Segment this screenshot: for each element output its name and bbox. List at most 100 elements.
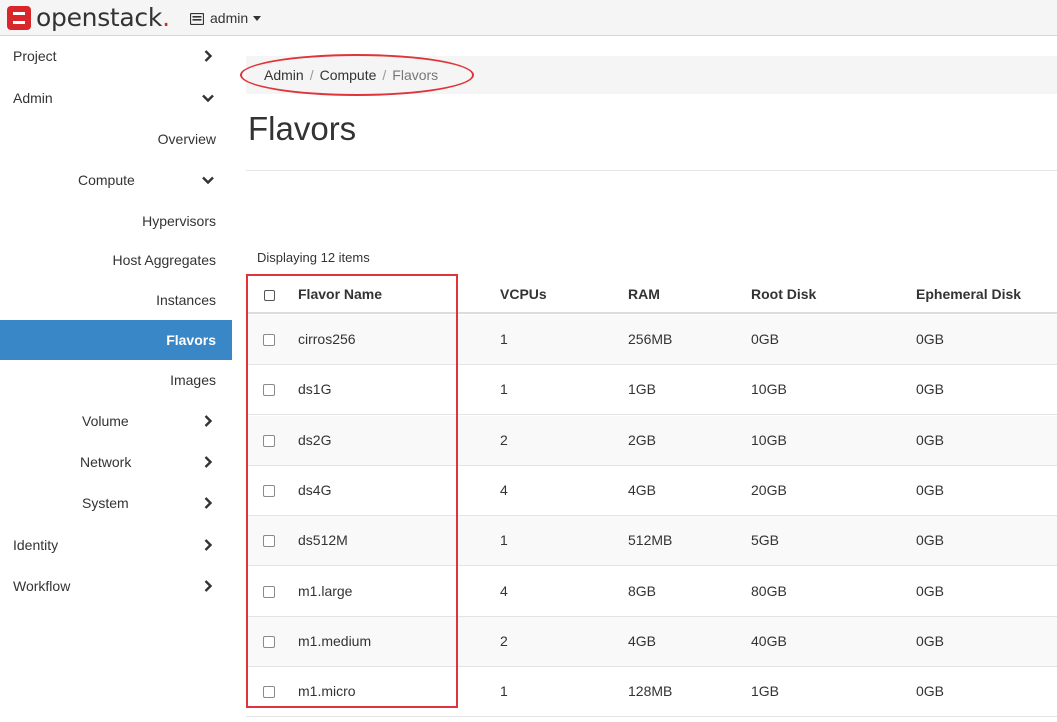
sidebar-item-flavors[interactable]: Flavors [0,320,232,360]
table-row: cirros256 1 256MB 0GB 0GB [246,315,1057,365]
cell-flavor-name[interactable]: ds2G [298,432,331,448]
chevron-right-icon [201,538,215,552]
cell-ram: 4GB [628,632,657,649]
cell-flavor-name[interactable]: m1.large [298,583,352,599]
sidebar-item-images[interactable]: Images [0,360,232,400]
cell-ephemeral-disk: 0GB [916,632,945,649]
column-header-ephemeral-disk[interactable]: Ephemeral Disk [916,286,1021,302]
cell-root-disk: 80GB [751,582,787,599]
breadcrumb-separator: / [309,67,314,83]
cell-flavor-name[interactable]: ds512M [298,532,348,548]
cell-root-disk: 0GB [751,331,780,347]
cell-vcpus: 1 [500,331,508,347]
table-row: m1.medium 2 4GB 40GB 0GB [246,616,1057,667]
row-checkbox[interactable] [263,384,275,397]
cell-ephemeral-disk: 0GB [916,532,945,549]
table-row: m1.micro 1 128MB 1GB 0GB [246,667,1057,718]
project-label: admin [210,10,249,26]
sidebar-item-system[interactable]: System [0,483,232,523]
table-row: ds1G 1 1GB 10GB 0GB [246,365,1057,416]
table-row: m1.large 4 8GB 80GB 0GB [246,567,1057,617]
row-checkbox[interactable] [263,334,275,346]
sidebar-item-label: Volume [82,413,129,429]
cell-flavor-name[interactable]: m1.medium [298,633,371,649]
sidebar-item-hypervisors[interactable]: Hypervisors [0,201,232,241]
brand-name: openstack. [36,3,170,32]
breadcrumb-admin[interactable]: Admin [264,67,304,83]
row-checkbox[interactable] [263,434,275,447]
cell-root-disk: 40GB [751,632,787,649]
sidebar-item-workflow[interactable]: Workflow [0,566,232,606]
column-header-vcpus[interactable]: VCPUs [500,286,547,302]
sidebar-item-identity[interactable]: Identity [0,525,232,565]
row-checkbox[interactable] [263,484,275,497]
sidebar-item-instances[interactable]: Instances [0,280,232,320]
sidebar-item-overview[interactable]: Overview [0,119,232,159]
select-all-checkbox[interactable] [264,290,275,301]
cell-ram: 512MB [628,532,673,549]
server-icon [189,12,205,26]
sidebar-item-label: Overview [157,131,216,147]
sidebar-item-label: Project [13,48,57,64]
breadcrumb: Admin / Compute / Flavors [246,56,1057,94]
row-checkbox[interactable] [263,635,275,648]
sidebar-item-compute[interactable]: Compute [0,160,232,200]
sidebar-item-host-aggregates[interactable]: Host Aggregates [0,240,232,280]
sidebar-item-label: Admin [13,90,53,106]
brand-logo-link[interactable]: openstack. [6,4,170,32]
sidebar-item-network[interactable]: Network [0,442,232,482]
project-dropdown[interactable]: admin [189,8,262,28]
chevron-right-icon [201,496,215,510]
column-header-flavor-name[interactable]: Flavor Name [298,286,382,302]
sidebar-item-label: Hypervisors [142,213,216,229]
cell-flavor-name[interactable]: cirros256 [298,331,356,347]
cell-vcpus: 4 [500,481,508,498]
cell-root-disk: 5GB [751,532,780,549]
chevron-right-icon [201,414,215,428]
title-divider [246,170,1057,171]
table-row: ds2G 2 2GB 10GB 0GB [246,415,1057,466]
breadcrumb-flavors: Flavors [392,67,439,83]
column-header-ram[interactable]: RAM [628,286,660,302]
sidebar-item-label: Identity [13,537,59,553]
cell-ephemeral-disk: 0GB [916,582,945,599]
breadcrumb-compute[interactable]: Compute [320,67,377,83]
sidebar-item-volume[interactable]: Volume [0,401,232,441]
cell-root-disk: 10GB [751,381,787,398]
cell-ram: 4GB [628,481,657,498]
sidebar-item-label: System [82,495,129,511]
sidebar-item-admin[interactable]: Admin [0,78,232,118]
table-row: ds512M 1 512MB 5GB 0GB [246,516,1057,567]
sidebar-item-label: Workflow [13,578,71,594]
cell-ephemeral-disk: 0GB [916,381,945,398]
chevron-right-icon [201,579,215,593]
sidebar-item-project[interactable]: Project [0,36,232,76]
caret-down-icon [253,15,262,21]
cell-vcpus: 4 [500,582,508,599]
cell-flavor-name[interactable]: m1.micro [298,683,356,699]
cell-flavor-name[interactable]: ds4G [298,482,331,498]
top-navbar: openstack. admin [0,0,1057,36]
column-header-root-disk[interactable]: Root Disk [751,286,816,302]
sidebar-item-label: Instances [156,292,216,308]
sidebar-item-label: Network [80,454,132,470]
cell-flavor-name[interactable]: ds1G [298,381,331,397]
chevron-down-icon [201,91,215,105]
cell-ephemeral-disk: 0GB [916,331,945,347]
cell-vcpus: 2 [500,431,508,448]
cell-ephemeral-disk: 0GB [916,683,945,700]
cell-root-disk: 1GB [751,683,780,700]
cell-root-disk: 10GB [751,431,787,448]
sidebar-item-label: Compute [78,172,135,188]
openstack-logo-icon [6,5,32,31]
cell-ephemeral-disk: 0GB [916,431,945,448]
row-checkbox[interactable] [263,585,275,598]
cell-vcpus: 1 [500,532,508,549]
cell-vcpus: 2 [500,632,508,649]
row-checkbox[interactable] [263,686,275,699]
sidebar-item-label: Host Aggregates [112,252,216,268]
cell-ephemeral-disk: 0GB [916,481,945,498]
table-header: Flavor Name VCPUs RAM Root Disk Ephemera… [246,274,1057,314]
sidebar-item-label: Images [170,372,216,388]
row-checkbox[interactable] [263,535,275,548]
